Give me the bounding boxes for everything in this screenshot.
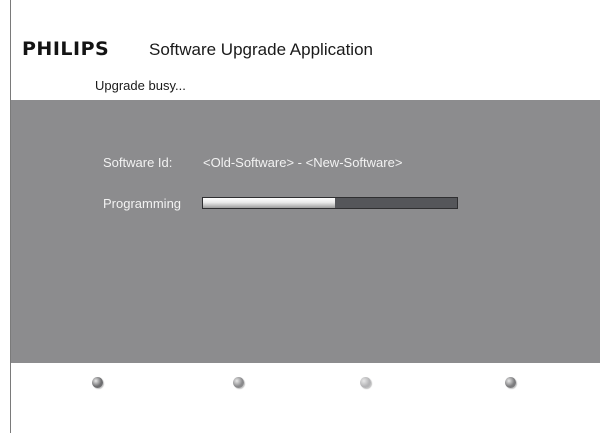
upgrade-screen: PHILIPS Software Upgrade Application Upg…	[0, 0, 600, 433]
brand-logo: PHILIPS	[22, 38, 110, 60]
upgrade-status: Upgrade busy...	[95, 78, 186, 93]
progress-fill	[203, 198, 336, 208]
green-key-icon[interactable]	[233, 377, 244, 388]
header: PHILIPS Software Upgrade Application Upg…	[11, 0, 600, 100]
upgrade-panel: Software Id: <Old-Software> - <New-Softw…	[11, 100, 600, 363]
software-id-value: <Old-Software> - <New-Software>	[203, 155, 403, 170]
red-key-icon[interactable]	[92, 377, 103, 388]
programming-progress-bar	[202, 197, 458, 209]
programming-label: Programming	[103, 196, 182, 211]
app-title: Software Upgrade Application	[149, 40, 373, 59]
software-id-label: Software Id:	[103, 155, 173, 170]
yellow-key-icon[interactable]	[360, 377, 371, 388]
color-key-bar	[11, 363, 600, 433]
blue-key-icon[interactable]	[505, 377, 516, 388]
